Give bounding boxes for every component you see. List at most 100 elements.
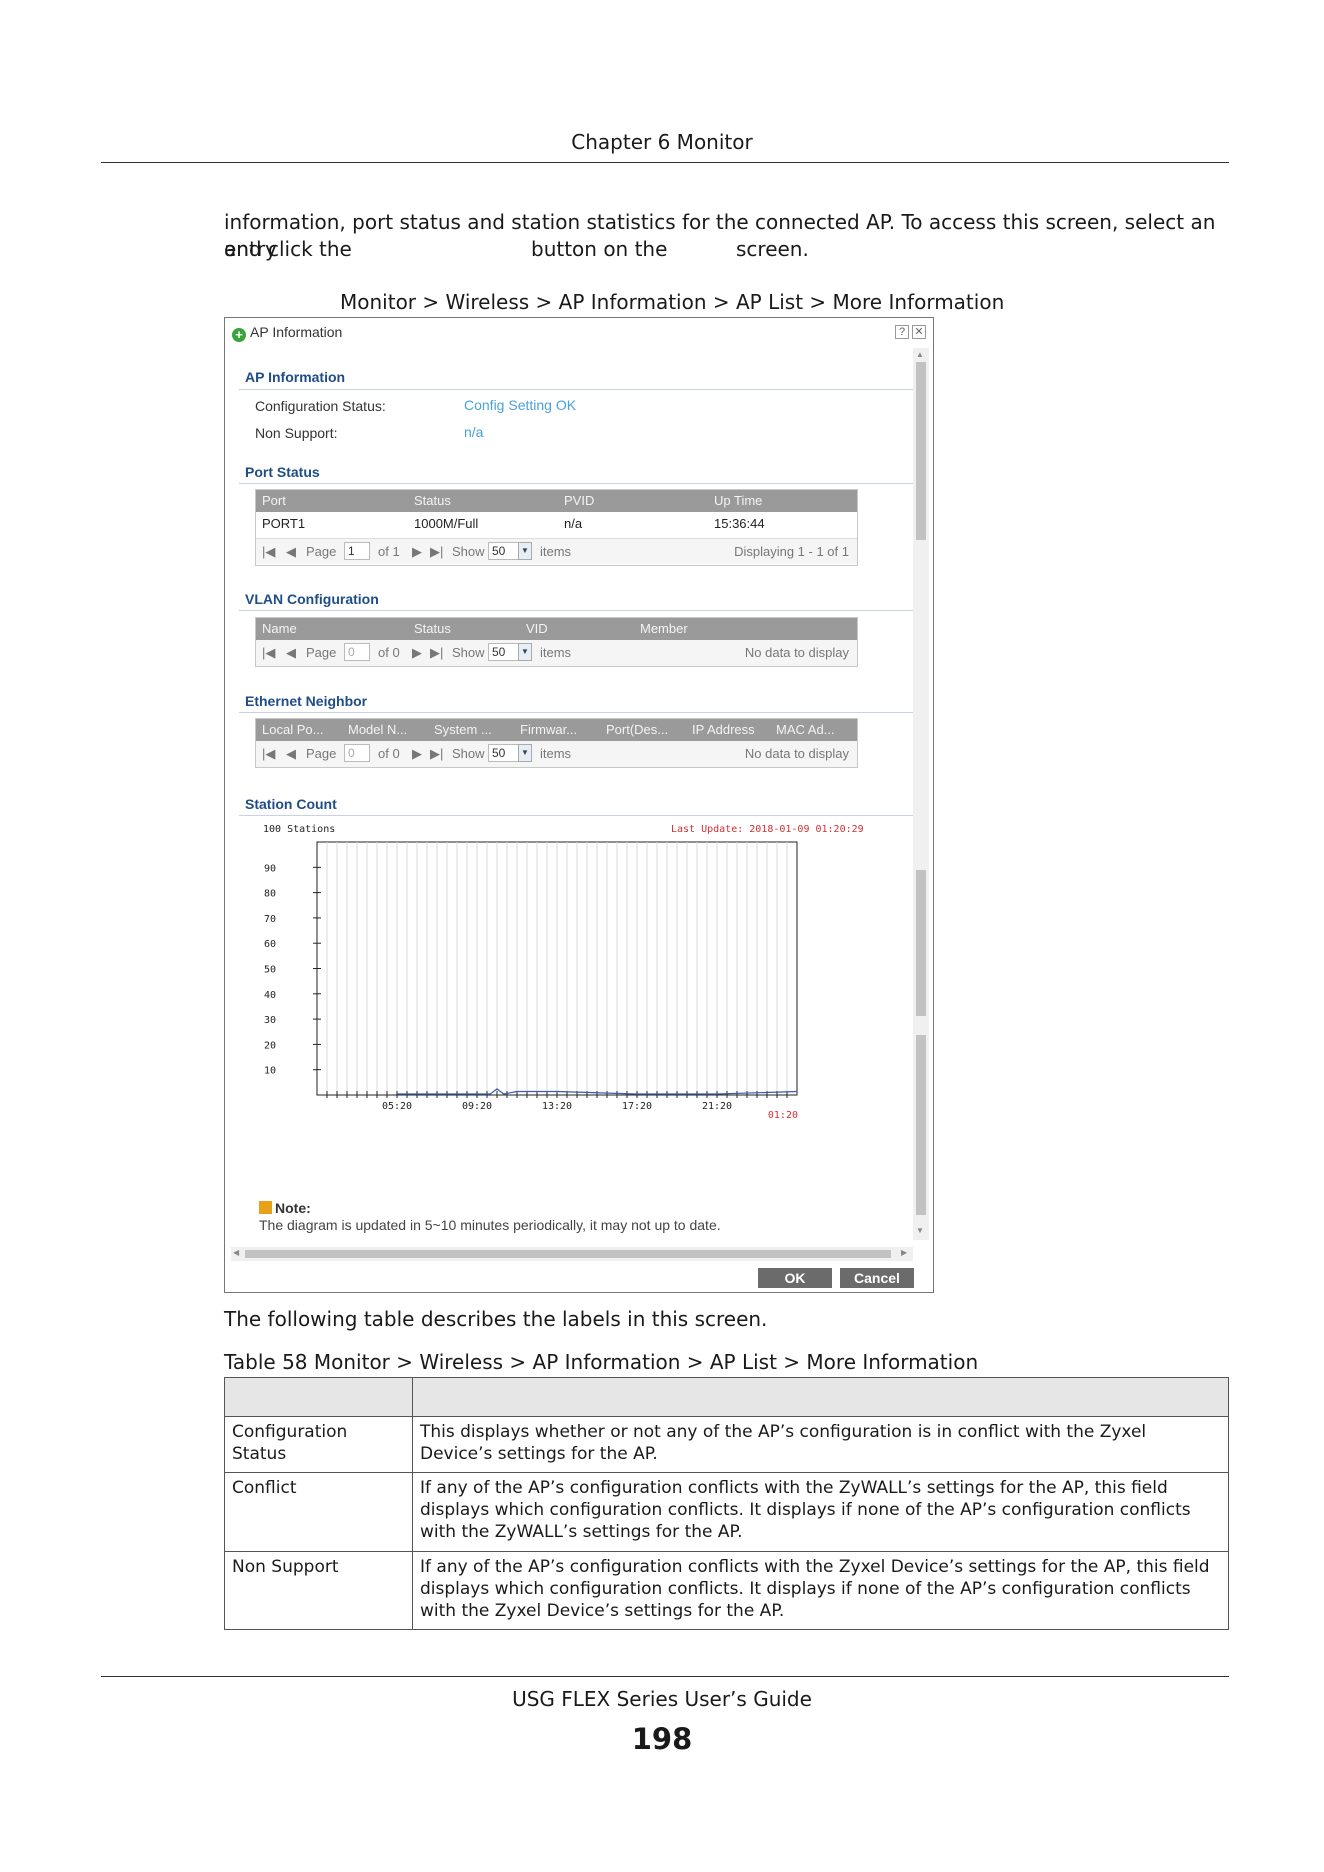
- display-count: Displaying 1 - 1 of 1: [734, 544, 849, 559]
- x-tick-label: 05:20: [382, 1101, 412, 1112]
- label-cell: Configuration Status: [224, 1416, 413, 1473]
- column-header[interactable]: Local Po...: [262, 722, 323, 737]
- prev-page-icon[interactable]: ◀: [286, 544, 296, 560]
- window-title-text: AP Information: [250, 324, 343, 340]
- column-header[interactable]: System ...: [434, 722, 492, 737]
- port-status-grid: Port Status PVID Up Time PORT1 1000M/Ful…: [255, 489, 858, 566]
- prev-page-icon[interactable]: ◀: [286, 645, 296, 661]
- next-page-icon[interactable]: ▶: [412, 645, 422, 661]
- cancel-button[interactable]: Cancel: [840, 1268, 914, 1288]
- ethernet-neighbor-grid: Local Po... Model N... System ... Firmwa…: [255, 718, 858, 768]
- column-header[interactable]: Member: [640, 621, 688, 636]
- last-page-icon[interactable]: ▶|: [430, 544, 443, 560]
- column-header[interactable]: IP Address: [692, 722, 755, 737]
- items-label: items: [540, 746, 572, 761]
- first-page-icon[interactable]: |◀: [262, 645, 275, 661]
- horizontal-scrollbar[interactable]: ◀ ▶: [231, 1247, 913, 1261]
- chapter-header: Chapter 6 Monitor: [571, 130, 753, 154]
- grid-header: Local Po... Model N... System ... Firmwa…: [256, 719, 857, 741]
- chevron-down-icon[interactable]: ▼: [518, 744, 532, 762]
- column-header[interactable]: Firmwar...: [520, 722, 577, 737]
- column-header[interactable]: VID: [526, 621, 548, 636]
- config-status-label: Configuration Status:: [255, 398, 386, 414]
- column-header[interactable]: Status: [414, 621, 451, 636]
- scroll-up-icon[interactable]: ▲: [916, 350, 924, 359]
- table-row: Non Support If any of the AP’s configura…: [224, 1551, 1229, 1630]
- help-button[interactable]: ?: [895, 325, 909, 339]
- last-page-icon[interactable]: ▶|: [430, 645, 443, 661]
- y-tick-label: 60: [264, 939, 276, 950]
- scrollbar-thumb[interactable]: [916, 1035, 926, 1215]
- scroll-left-icon[interactable]: ◀: [233, 1248, 239, 1257]
- show-label: Show: [452, 544, 485, 559]
- first-page-icon[interactable]: |◀: [262, 746, 275, 762]
- column-header[interactable]: Port(Des...: [606, 722, 668, 737]
- show-label: Show: [452, 645, 485, 660]
- vlan-section-title: VLAN Configuration: [245, 591, 379, 607]
- intro-line-2c: screen.: [736, 237, 809, 261]
- page-of-label: of 1: [378, 544, 400, 559]
- scroll-down-icon[interactable]: ▼: [916, 1226, 924, 1235]
- column-header[interactable]: MAC Ad...: [776, 722, 835, 737]
- intro-line-1: information, port status and station sta…: [224, 210, 1216, 261]
- scroll-right-icon[interactable]: ▶: [901, 1248, 907, 1257]
- items-label: items: [540, 645, 572, 660]
- first-page-icon[interactable]: |◀: [262, 544, 275, 560]
- ok-button[interactable]: OK: [758, 1268, 832, 1288]
- page-input[interactable]: 0: [344, 643, 370, 661]
- column-header[interactable]: Name: [262, 621, 297, 636]
- column-header[interactable]: Port: [262, 493, 286, 508]
- section-divider: [239, 389, 919, 390]
- note-text: The diagram is updated in 5~10 minutes p…: [259, 1217, 721, 1233]
- page-label: Page: [306, 544, 337, 559]
- close-button[interactable]: ✕: [912, 325, 926, 339]
- header-cell: [224, 1377, 413, 1417]
- non-support-label: Non Support:: [255, 425, 338, 441]
- page-input[interactable]: 0: [344, 744, 370, 762]
- scrollbar-thumb[interactable]: [916, 362, 926, 540]
- x-tick-label: 13:20: [542, 1101, 572, 1112]
- page-input[interactable]: 1: [344, 542, 370, 560]
- prev-page-icon[interactable]: ◀: [286, 746, 296, 762]
- chevron-down-icon[interactable]: ▼: [518, 542, 532, 560]
- next-page-icon[interactable]: ▶: [412, 746, 422, 762]
- grid-pager: |◀ ◀ Page 0 of 0 ▶ ▶| Show 50 ▼ items No…: [256, 640, 857, 666]
- note-title-text: Note:: [275, 1200, 311, 1216]
- table-row[interactable]: PORT1 1000M/Full n/a 15:36:44: [256, 512, 857, 534]
- column-header[interactable]: Model N...: [348, 722, 407, 737]
- description-cell: If any of the AP’s configuration conflic…: [412, 1472, 1229, 1552]
- table-row: Conflict If any of the AP’s configuratio…: [224, 1472, 1229, 1552]
- vertical-scrollbar[interactable]: ▲ ▼: [913, 348, 929, 1240]
- last-page-icon[interactable]: ▶|: [430, 746, 443, 762]
- empty-message: No data to display: [744, 645, 849, 660]
- plus-circle-icon: +: [232, 328, 246, 342]
- scrollbar-thumb[interactable]: [245, 1250, 891, 1258]
- column-header[interactable]: Status: [414, 493, 451, 508]
- y-tick-label: 30: [264, 1015, 276, 1026]
- config-status-value: Config Setting OK: [464, 397, 577, 413]
- x-tick-label: 21:20: [702, 1101, 732, 1112]
- page-size-select[interactable]: 50: [488, 744, 520, 762]
- vlan-grid: Name Status VID Member |◀ ◀ Page 0 of 0 …: [255, 617, 858, 667]
- page-size-select[interactable]: 50: [488, 542, 520, 560]
- section-divider: [239, 610, 919, 611]
- chevron-down-icon[interactable]: ▼: [518, 643, 532, 661]
- x-tick-label: 09:20: [462, 1101, 492, 1112]
- page-label: Page: [306, 746, 337, 761]
- empty-message: No data to display: [744, 746, 849, 761]
- page-size-select[interactable]: 50: [488, 643, 520, 661]
- page-label: Page: [306, 645, 337, 660]
- column-header[interactable]: Up Time: [714, 493, 762, 508]
- section-divider: [239, 483, 919, 484]
- header-rule: [101, 162, 1229, 163]
- ap-information-window: + AP Information ? ✕ AP Information Confi…: [224, 317, 934, 1293]
- description-table: Configuration Status This displays wheth…: [224, 1377, 1229, 1630]
- y-tick-label: 20: [264, 1040, 276, 1051]
- current-time-label: 01:20: [768, 1110, 798, 1118]
- y-axis-max-label: 100 Stations: [263, 824, 335, 835]
- column-header[interactable]: PVID: [564, 493, 594, 508]
- scrollbar-thumb[interactable]: [916, 870, 926, 1016]
- next-page-icon[interactable]: ▶: [412, 544, 422, 560]
- window-title: + AP Information: [232, 324, 342, 342]
- table-cell: 1000M/Full: [414, 516, 479, 531]
